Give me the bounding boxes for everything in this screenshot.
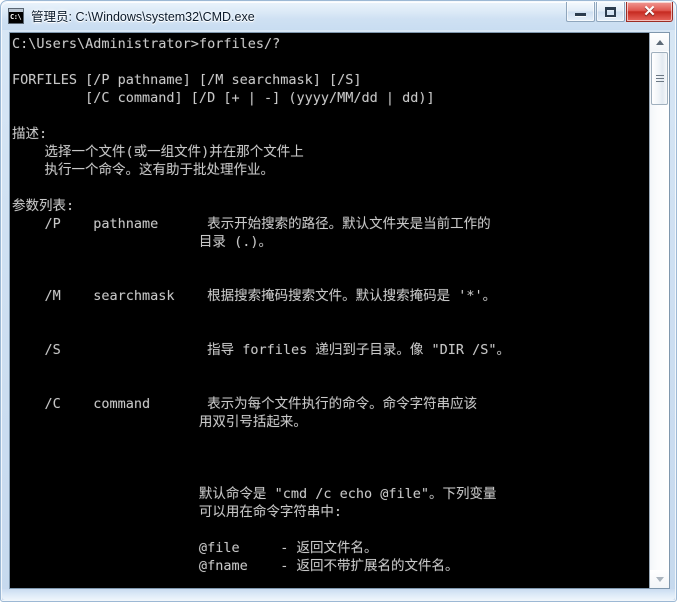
icon-prompt-text: C:\ xyxy=(10,13,22,21)
cmd-console-icon: C:\ xyxy=(8,8,24,24)
console-client-area: C:\Users\Administrator>forfiles/? FORFIL… xyxy=(9,32,670,589)
window-title: 管理员: C:\Windows\system32\CMD.exe xyxy=(31,10,255,24)
grip-icon xyxy=(655,75,664,82)
caption-button-group: ✕ xyxy=(566,2,673,22)
cmd-window: C:\ 管理员: C:\Windows\system32\CMD.exe ✕ C… xyxy=(0,0,677,602)
icon-title-bar-strip xyxy=(9,9,23,12)
scrollbar-thumb[interactable] xyxy=(651,52,668,105)
scroll-down-button[interactable] xyxy=(650,570,669,588)
chevron-up-icon xyxy=(655,39,664,45)
close-icon: ✕ xyxy=(627,2,672,21)
minimize-button[interactable] xyxy=(566,2,595,22)
console-output-surface[interactable]: C:\Users\Administrator>forfiles/? FORFIL… xyxy=(10,33,649,588)
maximize-button[interactable] xyxy=(596,2,625,22)
minimize-icon xyxy=(567,2,594,21)
maximize-icon xyxy=(597,2,624,21)
scroll-up-button[interactable] xyxy=(650,33,669,51)
vertical-scrollbar[interactable] xyxy=(649,33,669,588)
close-glyph: ✕ xyxy=(643,3,656,20)
chevron-down-icon xyxy=(655,576,664,582)
console-text: C:\Users\Administrator>forfiles/? FORFIL… xyxy=(12,36,510,574)
close-button[interactable]: ✕ xyxy=(626,2,673,22)
window-bottom-frame xyxy=(2,589,675,600)
